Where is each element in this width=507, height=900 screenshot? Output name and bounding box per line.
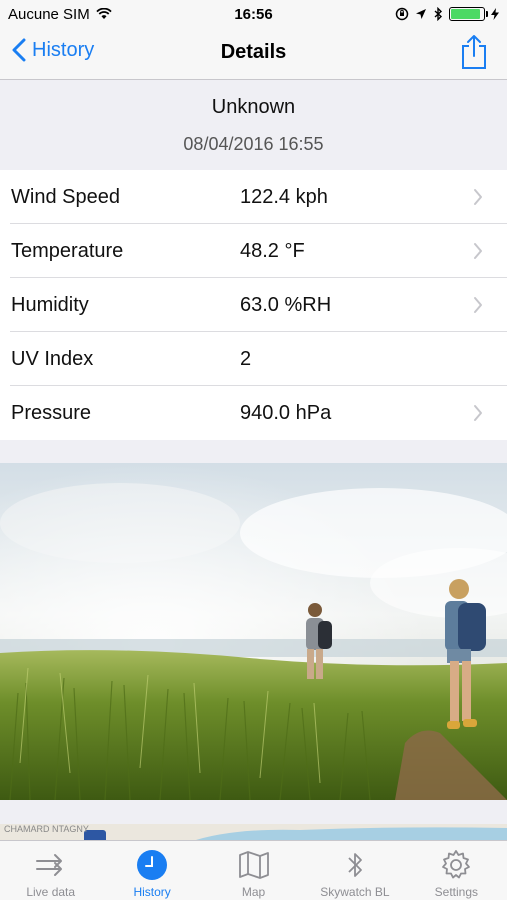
reading-label: Temperature <box>11 239 124 262</box>
reading-label: Pressure <box>11 401 92 424</box>
history-icon <box>137 850 168 880</box>
chevron-right-icon <box>474 243 482 259</box>
map-icon <box>238 851 269 879</box>
bluetooth-status-icon <box>434 7 443 21</box>
tab-label: History <box>133 885 171 899</box>
chevron-right-icon <box>474 297 482 313</box>
live-data-icon <box>35 854 62 876</box>
tab-label: Live data <box>26 885 76 899</box>
battery-fill <box>451 9 480 19</box>
reading-row-wind-speed[interactable]: Wind Speed 122.4 kph <box>0 170 507 224</box>
map-place-label: CHAMARD NTAGNY <box>4 824 89 834</box>
reading-label: Wind Speed <box>11 185 120 208</box>
battery-icon <box>449 7 488 21</box>
tab-map[interactable]: Map <box>203 841 304 900</box>
chevron-right-icon <box>474 189 482 205</box>
reading-row-humidity[interactable]: Humidity 63.0 %RH <box>0 278 507 332</box>
reading-label: Humidity <box>11 293 89 316</box>
page-title: Details <box>220 41 287 63</box>
reading-row-temperature[interactable]: Temperature 48.2 °F <box>0 224 507 278</box>
bluetooth-icon <box>348 853 362 877</box>
location-arrow-icon <box>416 9 426 19</box>
share-icon <box>462 35 486 69</box>
tab-history[interactable]: History <box>101 841 202 900</box>
orientation-lock-icon <box>395 7 409 21</box>
chevron-right-icon <box>474 405 482 421</box>
readings-table: Wind Speed 122.4 kph Temperature 48.2 °F… <box>0 170 507 440</box>
reading-value: 122.4 kph <box>240 185 328 208</box>
hikers-photo-illustration <box>0 463 507 800</box>
share-button[interactable] <box>461 34 487 75</box>
reading-row-pressure[interactable]: Pressure 940.0 hPa <box>0 386 507 440</box>
tab-label: Map <box>241 885 266 899</box>
reading-datetime: 08/04/2016 16:55 <box>183 134 324 154</box>
tab-settings[interactable]: Settings <box>406 841 507 900</box>
tab-skywatch-bl[interactable]: Skywatch BL <box>304 841 405 900</box>
tab-label: Settings <box>434 885 478 899</box>
navigation-bar: History Details <box>0 28 507 80</box>
hero-photo <box>0 463 507 800</box>
reading-value: 48.2 °F <box>240 239 305 262</box>
reading-value: 940.0 hPa <box>240 401 332 424</box>
reading-value: 2 <box>240 347 252 370</box>
gear-icon <box>442 850 471 879</box>
reading-row-uv-index: UV Index 2 <box>0 332 507 386</box>
status-right <box>395 7 499 21</box>
tab-label: Skywatch BL <box>320 885 390 899</box>
reading-value: 63.0 %RH <box>240 293 332 316</box>
status-bar: Aucune SIM 16:56 <box>0 0 507 28</box>
tab-bar: Live data History Map Skywatch BL Settin… <box>0 840 507 900</box>
location-label: Unknown <box>211 96 296 118</box>
charging-icon <box>491 8 499 20</box>
tab-live-data[interactable]: Live data <box>0 841 101 900</box>
reading-label: UV Index <box>11 347 94 370</box>
reading-header: Unknown 08/04/2016 16:55 <box>0 80 507 170</box>
